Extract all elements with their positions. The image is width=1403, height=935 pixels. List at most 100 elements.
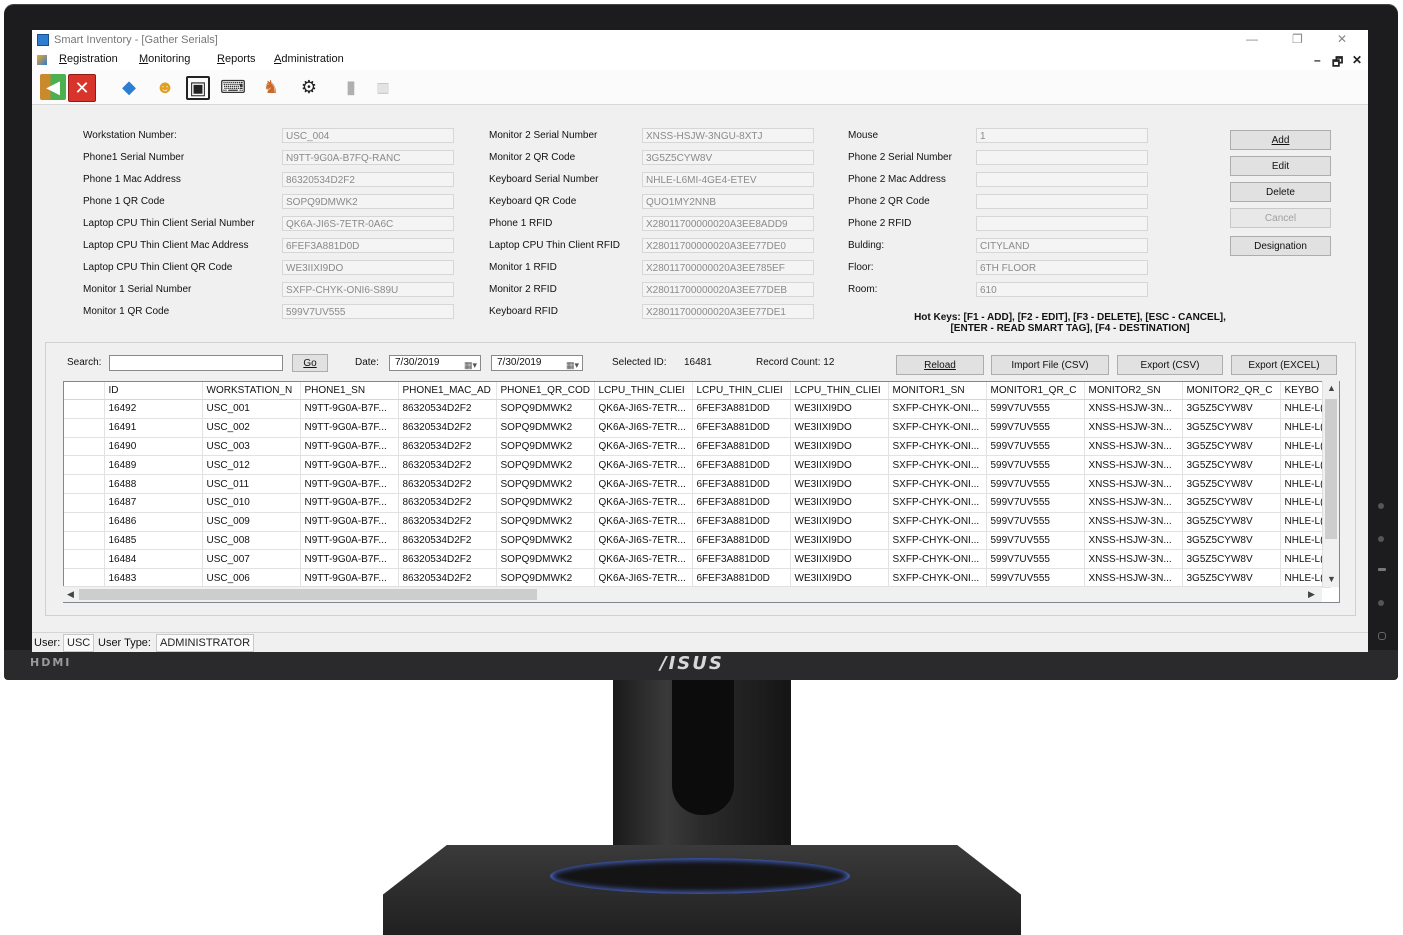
table-cell[interactable]: USC_011	[202, 474, 301, 494]
reload-button[interactable]: Reload	[896, 355, 984, 375]
table-cell[interactable]: SOPQ9DMWK2	[496, 418, 595, 438]
table-cell[interactable]: N9TT-9G0A-B7F...	[300, 437, 399, 457]
table-cell[interactable]: XNSS-HSJW-3N...	[1084, 418, 1183, 438]
mouse-field[interactable]: 1	[976, 128, 1148, 143]
column-header[interactable]: MONITOR1_SN	[888, 382, 987, 400]
table-cell[interactable]: 86320534D2F2	[398, 399, 497, 419]
table-cell[interactable]: 3G5Z5CYW8V	[1182, 474, 1281, 494]
table-cell[interactable]: 3G5Z5CYW8V	[1182, 493, 1281, 513]
table-cell[interactable]: WE3IIXI9DO	[790, 437, 889, 457]
import-csv-button[interactable]: Import File (CSV)	[991, 355, 1109, 375]
lcpu-mac-field[interactable]: 6FEF3A881D0D	[282, 238, 454, 253]
table-cell[interactable]: SXFP-CHYK-ONI...	[888, 512, 987, 532]
table-row[interactable]: 16491 USC_002 N9TT-9G0A-B7F... 86320534D2F2…	[64, 418, 1331, 438]
table-cell[interactable]: 3G5Z5CYW8V	[1182, 531, 1281, 551]
table-cell[interactable]: 6FEF3A881D0D	[692, 437, 791, 457]
menu-reports[interactable]: Reports	[217, 53, 256, 65]
table-cell[interactable]: XNSS-HSJW-3N...	[1084, 455, 1183, 476]
scroll-up-icon[interactable]: ▲	[1327, 383, 1336, 393]
go-button[interactable]: Go	[292, 354, 328, 372]
table-cell[interactable]: 16487	[104, 493, 203, 513]
grid-horizontal-scrollbar[interactable]: ◀ ▶	[63, 586, 1322, 602]
table-cell[interactable]: USC_009	[202, 512, 301, 532]
exit-icon[interactable]: ◀	[40, 74, 66, 100]
table-cell[interactable]: QK6A-JI6S-7ETR...	[594, 512, 693, 532]
mdi-close-button[interactable]: ✕	[1352, 53, 1362, 67]
table-cell[interactable]: 16485	[104, 531, 203, 551]
table-cell[interactable]: 599V7UV555	[986, 512, 1085, 532]
table-row[interactable]: 16487 USC_010 N9TT-9G0A-B7F... 86320534D2F2…	[64, 493, 1331, 513]
table-row[interactable]: 16485 USC_008 N9TT-9G0A-B7F... 86320534D2F2…	[64, 531, 1331, 551]
close-button[interactable]: ✕	[1337, 32, 1347, 46]
table-cell[interactable]: N9TT-9G0A-B7F...	[300, 549, 399, 570]
table-cell[interactable]: WE3IIXI9DO	[790, 531, 889, 551]
monitor2-rfid-field[interactable]: X28011700000020A3EE77DEB	[642, 282, 814, 297]
table-cell[interactable]: XNSS-HSJW-3N...	[1084, 568, 1183, 588]
date-to-picker[interactable]: 7/30/2019 ▦▾	[491, 355, 583, 371]
column-header[interactable]: MONITOR2_QR_C	[1182, 382, 1281, 400]
table-cell[interactable]: SXFP-CHYK-ONI...	[888, 455, 987, 476]
table-cell[interactable]: XNSS-HSJW-3N...	[1084, 531, 1183, 551]
column-header[interactable]: LCPU_THIN_CLIEI	[594, 382, 693, 400]
phone1-mac-field[interactable]: 86320534D2F2	[282, 172, 454, 187]
table-cell[interactable]: QK6A-JI6S-7ETR...	[594, 474, 693, 494]
table-cell[interactable]: SOPQ9DMWK2	[496, 531, 595, 551]
table-row[interactable]: 16488 USC_011 N9TT-9G0A-B7F... 86320534D2F2…	[64, 474, 1331, 494]
table-cell[interactable]: QK6A-JI6S-7ETR...	[594, 399, 693, 419]
table-cell[interactable]: WE3IIXI9DO	[790, 474, 889, 494]
menu-monitoring[interactable]: Monitoring	[139, 53, 190, 65]
table-cell[interactable]: SXFP-CHYK-ONI...	[888, 474, 987, 494]
table-cell[interactable]: 599V7UV555	[986, 531, 1085, 551]
table-cell[interactable]: WE3IIXI9DO	[790, 455, 889, 476]
building-field[interactable]: CITYLAND	[976, 238, 1148, 253]
row-header[interactable]	[64, 512, 105, 532]
monitor1-qr-field[interactable]: 599V7UV555	[282, 304, 454, 319]
monitor2-qr-field[interactable]: 3G5Z5CYW8V	[642, 150, 814, 165]
table-cell[interactable]: QK6A-JI6S-7ETR...	[594, 437, 693, 457]
table-cell[interactable]: USC_001	[202, 399, 301, 419]
table-cell[interactable]: 3G5Z5CYW8V	[1182, 549, 1281, 570]
table-cell[interactable]: 86320534D2F2	[398, 568, 497, 588]
table-cell[interactable]: USC_010	[202, 493, 301, 513]
calendar-dropdown-icon[interactable]: ▦▾	[464, 358, 477, 372]
table-cell[interactable]: 6FEF3A881D0D	[692, 568, 791, 588]
phone2-serial-field[interactable]	[976, 150, 1148, 165]
table-cell[interactable]: 6FEF3A881D0D	[692, 549, 791, 570]
table-cell[interactable]: 86320534D2F2	[398, 455, 497, 476]
column-header[interactable]: MONITOR1_QR_C	[986, 382, 1085, 400]
menu-registration[interactable]: Registration	[59, 53, 118, 65]
column-header[interactable]: WORKSTATION_N	[202, 382, 301, 400]
column-header[interactable]: PHONE1_MAC_AD	[398, 382, 497, 400]
table-cell[interactable]: N9TT-9G0A-B7F...	[300, 399, 399, 419]
phone1-rfid-field[interactable]: X28011700000020A3EE8ADD9	[642, 216, 814, 231]
table-cell[interactable]: 599V7UV555	[986, 455, 1085, 476]
table-cell[interactable]: 599V7UV555	[986, 568, 1085, 588]
report-chart-icon[interactable]: ▥	[370, 74, 396, 100]
table-cell[interactable]: 6FEF3A881D0D	[692, 493, 791, 513]
table-cell[interactable]: WE3IIXI9DO	[790, 549, 889, 570]
export-csv-button[interactable]: Export (CSV)	[1117, 355, 1223, 375]
table-cell[interactable]: SOPQ9DMWK2	[496, 455, 595, 476]
table-cell[interactable]: SXFP-CHYK-ONI...	[888, 437, 987, 457]
table-cell[interactable]: 3G5Z5CYW8V	[1182, 399, 1281, 419]
table-cell[interactable]: 599V7UV555	[986, 549, 1085, 570]
table-cell[interactable]: 6FEF3A881D0D	[692, 455, 791, 476]
column-header[interactable]: LCPU_THIN_CLIEI	[692, 382, 791, 400]
table-cell[interactable]: 16490	[104, 437, 203, 457]
table-row[interactable]: 16492 USC_001 N9TT-9G0A-B7F... 86320534D2F2…	[64, 399, 1331, 419]
table-cell[interactable]: SXFP-CHYK-ONI...	[888, 418, 987, 438]
table-cell[interactable]: USC_007	[202, 549, 301, 570]
row-header[interactable]	[64, 549, 105, 570]
table-cell[interactable]: 86320534D2F2	[398, 512, 497, 532]
table-row[interactable]: 16489 USC_012 N9TT-9G0A-B7F... 86320534D2F2…	[64, 455, 1331, 476]
vertical-scroll-thumb[interactable]	[1325, 399, 1337, 539]
floor-field[interactable]: 6TH FLOOR	[976, 260, 1148, 275]
table-cell[interactable]: WE3IIXI9DO	[790, 568, 889, 588]
table-cell[interactable]: 6FEF3A881D0D	[692, 418, 791, 438]
minimize-button[interactable]: —	[1246, 32, 1258, 46]
scanner-icon[interactable]: ⌨	[220, 74, 246, 100]
row-header[interactable]	[64, 474, 105, 494]
table-cell[interactable]: WE3IIXI9DO	[790, 418, 889, 438]
phone2-qr-field[interactable]	[976, 194, 1148, 209]
column-header[interactable]: ID	[104, 382, 203, 400]
